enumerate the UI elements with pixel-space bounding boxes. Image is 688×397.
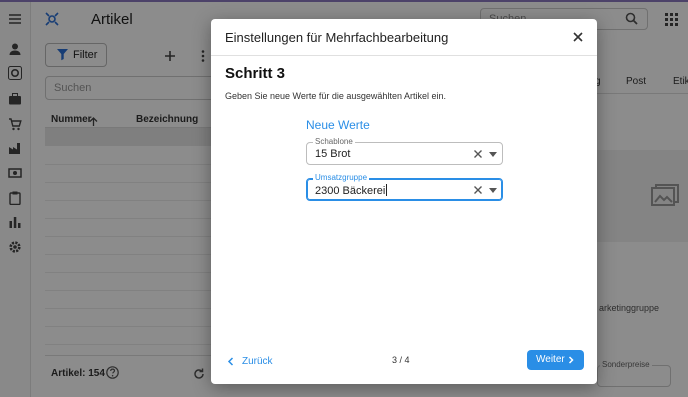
umsatzgruppe-value: 2300 Bäckerei — [315, 185, 386, 197]
text-cursor — [386, 184, 388, 196]
step-description: Geben Sie neue Werte für die ausgewählte… — [225, 91, 446, 101]
clear-icon[interactable] — [473, 185, 483, 195]
schablone-value: 15 Brot — [315, 148, 351, 160]
close-icon[interactable] — [571, 30, 585, 44]
next-button[interactable]: Weiter — [527, 350, 584, 370]
schablone-label: Schablone — [313, 137, 355, 147]
back-label: Zurück — [242, 355, 273, 367]
section-title: Neue Werte — [306, 118, 370, 132]
next-label: Weiter — [536, 354, 565, 365]
chevron-right-icon — [568, 356, 574, 364]
clear-icon[interactable] — [473, 149, 483, 159]
bulk-edit-dialog: Einstellungen für Mehrfachbearbeitung Sc… — [211, 19, 597, 384]
umsatzgruppe-select[interactable]: Umsatzgruppe 2300 Bäckerei — [306, 173, 503, 201]
step-counter: 3 / 4 — [392, 355, 410, 365]
divider — [211, 55, 597, 56]
back-button[interactable]: Zurück — [227, 353, 273, 369]
dialog-title: Einstellungen für Mehrfachbearbeitung — [225, 30, 449, 45]
schablone-select[interactable]: Schablone 15 Brot — [306, 137, 503, 165]
chevron-left-icon — [227, 356, 234, 366]
dropdown-arrow-icon[interactable] — [489, 152, 497, 157]
dropdown-arrow-icon[interactable] — [489, 188, 497, 193]
umsatzgruppe-label: Umsatzgruppe — [313, 173, 370, 183]
step-heading: Schritt 3 — [225, 65, 286, 82]
umsatzgruppe-value-wrap[interactable]: 2300 Bäckerei — [315, 184, 388, 197]
